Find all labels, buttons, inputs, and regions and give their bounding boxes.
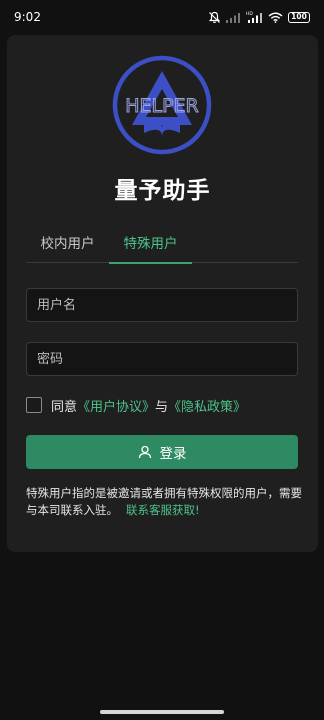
logo-text: HELPER bbox=[125, 95, 199, 117]
status-bar: 9:02 HD 100 bbox=[0, 0, 324, 34]
svg-text:HD: HD bbox=[246, 11, 253, 17]
signal-hd-icon: HD bbox=[246, 11, 262, 23]
user-type-tabs: 校内用户 特殊用户 bbox=[26, 221, 298, 264]
home-indicator[interactable] bbox=[100, 710, 224, 714]
password-input[interactable] bbox=[26, 342, 298, 376]
wifi-icon bbox=[268, 12, 283, 23]
agree-joiner: 与 bbox=[155, 399, 169, 415]
user-agreement-link[interactable]: 《用户协议》 bbox=[77, 396, 155, 415]
agreement-row: 同意 《用户协议》 与 《隐私政策》 bbox=[26, 395, 246, 415]
status-icons: HD 100 bbox=[208, 11, 310, 24]
tab-campus-user[interactable]: 校内用户 bbox=[26, 221, 109, 263]
status-time: 9:02 bbox=[14, 10, 41, 24]
helper-logo: HELPER bbox=[112, 55, 212, 155]
special-user-note: 特殊用户指的是被邀请或者拥有特殊权限的用户，需要与本司联系入驻。 联系客服获取! bbox=[26, 485, 302, 519]
signal-icon bbox=[226, 12, 240, 23]
login-card: HELPER 量予助手 校内用户 特殊用户 同意 《用户协议》 与 《隐私政策》… bbox=[7, 35, 318, 552]
agree-prefix: 同意 bbox=[51, 399, 78, 415]
login-button[interactable]: 登录 bbox=[26, 435, 298, 469]
login-button-label: 登录 bbox=[159, 446, 187, 462]
contact-support-link[interactable]: 联系客服获取! bbox=[126, 503, 200, 517]
user-icon bbox=[138, 445, 151, 459]
agree-checkbox[interactable] bbox=[26, 397, 42, 413]
tab-special-user[interactable]: 特殊用户 bbox=[109, 221, 192, 264]
app-title: 量予助手 bbox=[114, 178, 211, 204]
battery-icon: 100 bbox=[288, 11, 310, 23]
username-input[interactable] bbox=[26, 288, 298, 322]
privacy-policy-link[interactable]: 《隐私政策》 bbox=[168, 396, 246, 415]
mute-bell-icon bbox=[208, 11, 221, 23]
